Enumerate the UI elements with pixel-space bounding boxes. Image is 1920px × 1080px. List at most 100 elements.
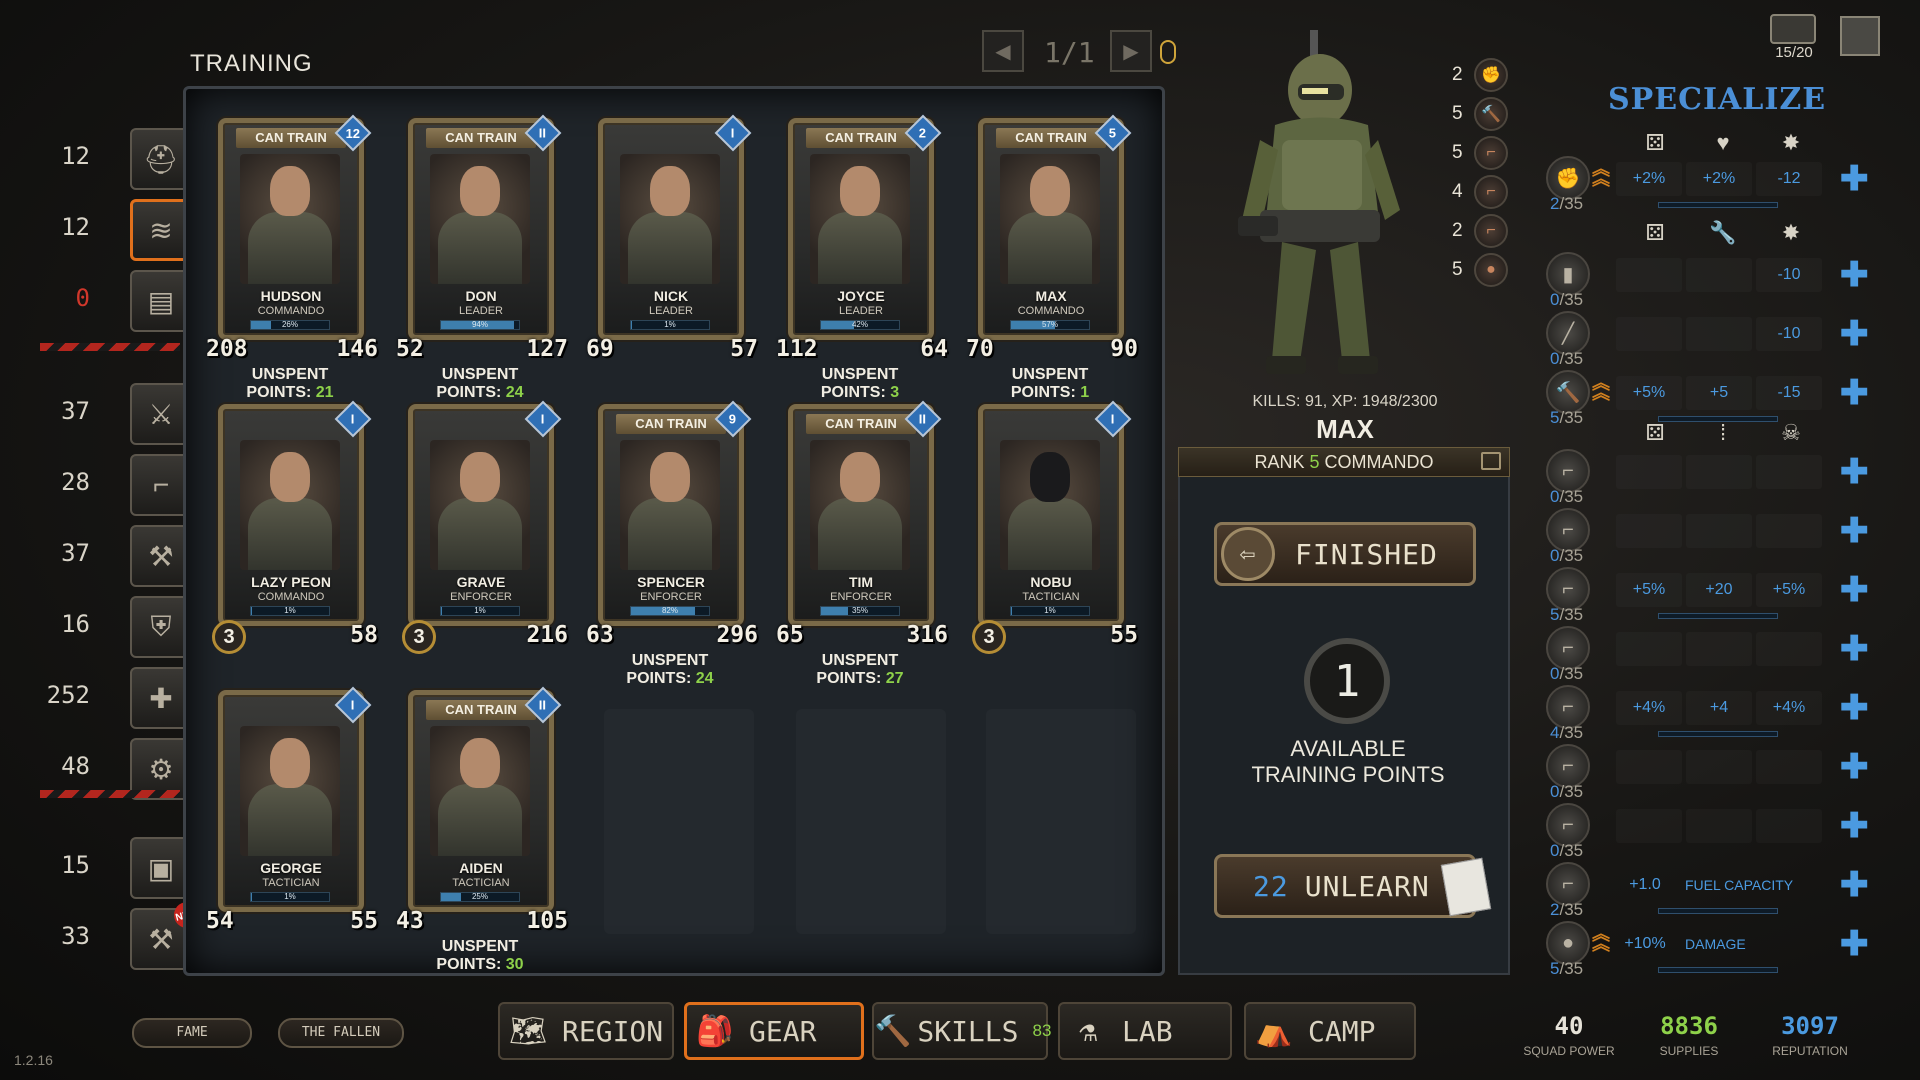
- specialize-bonus: [1756, 455, 1822, 489]
- specialize-bonus: +1.0: [1629, 876, 1661, 893]
- xp-bar: 1%: [440, 606, 520, 616]
- add-point-button[interactable]: ✚: [1840, 809, 1869, 843]
- specialize-count: 4/35: [1550, 723, 1583, 743]
- soldier-portrait: [1000, 154, 1100, 284]
- scrap-icon: ⚙: [148, 753, 174, 785]
- tab-gear[interactable]: 🎒 GEAR: [684, 1002, 864, 1060]
- soldier-portrait: [810, 440, 910, 570]
- machete-icon: ⚔: [148, 398, 174, 430]
- specialize-progress-bar: [1658, 202, 1778, 208]
- add-point-button[interactable]: ✚: [1840, 162, 1869, 196]
- specialize-progress-bar: [1658, 967, 1778, 973]
- soldier-card[interactable]: CAN TRAIN II TIM ENFORCER 35% 65 316 UNSPENT POI…: [776, 400, 948, 687]
- soldier-class: ENFORCER: [830, 591, 892, 603]
- add-point-button[interactable]: ✚: [1840, 868, 1869, 902]
- soldier-card[interactable]: CAN TRAIN 5 MAX COMMANDO 57% 70 90 UNSPENT POINT…: [966, 114, 1138, 401]
- prev-page-button[interactable]: ◀: [982, 30, 1024, 72]
- inventory-row: 37 ⚔: [30, 383, 192, 445]
- skill-stack-count: 4: [1452, 181, 1463, 202]
- specialize-bonus: [1756, 750, 1822, 784]
- specialize-row: ✊ 2/35 ︽ ︽ +2% +2% -12 ✚: [1540, 156, 1869, 214]
- page-indicator: 1/1: [1044, 36, 1095, 69]
- soldier-name: LAZY PEON: [251, 574, 331, 590]
- soldier-card[interactable]: CAN TRAIN II AIDEN TACTICIAN 25% 43 105 UNSPENT…: [396, 686, 568, 973]
- soldier-card[interactable]: CAN TRAIN 2 JOYCE LEADER 42% 112 64 UNSPENT POIN…: [776, 114, 948, 401]
- xp-bar: 35%: [820, 606, 900, 616]
- specialize-progress-bar: [1658, 731, 1778, 737]
- next-page-button[interactable]: ▶: [1110, 30, 1152, 72]
- points-label: POINTS:: [436, 384, 502, 401]
- rank-badge-text: 9: [729, 411, 737, 427]
- tab-region[interactable]: 🗺 REGION: [498, 1002, 674, 1060]
- notes-icon[interactable]: [1481, 452, 1501, 470]
- add-point-button[interactable]: ✚: [1840, 927, 1869, 961]
- specialize-row: ⌐ 5/35 +5% +20 +5% ✚: [1540, 567, 1869, 625]
- xp-percent: 26%: [281, 320, 298, 329]
- resource-stat: 3097 REPUTATION: [1750, 1012, 1870, 1058]
- rifle-icon: ⌐: [1474, 136, 1508, 170]
- stat-right: 216: [526, 622, 568, 648]
- specialize-count: 5/35: [1550, 605, 1583, 625]
- tab-skills[interactable]: 🔨 SKILLS 83: [872, 1002, 1051, 1060]
- skill-stack[interactable]: 4 ⌐: [1452, 175, 1512, 209]
- points-value: 24: [505, 384, 524, 401]
- skill-stack-count: 5: [1452, 103, 1463, 124]
- specialize-row: ⌐ 0/35 ✚: [1540, 449, 1869, 507]
- soldier-card[interactable]: CAN TRAIN 9 SPENCER ENFORCER 82% 63 296 UNSPENT…: [586, 400, 758, 687]
- computer-icon[interactable]: [1840, 16, 1880, 56]
- resource-value: 3097: [1781, 1012, 1839, 1040]
- add-point-button[interactable]: ✚: [1840, 691, 1869, 725]
- skill-stack[interactable]: 5 ⌐: [1452, 136, 1512, 170]
- soldier-card[interactable]: I LAZY PEON COMMANDO 1% 3 58: [210, 400, 378, 654]
- specialize-row: ⌐ 0/35 ✚: [1540, 626, 1869, 684]
- add-point-button[interactable]: ✚: [1840, 750, 1869, 784]
- add-point-button[interactable]: ✚: [1840, 514, 1869, 548]
- add-point-button[interactable]: ✚: [1840, 317, 1869, 351]
- add-point-button[interactable]: ✚: [1840, 455, 1869, 489]
- tab-label: GEAR: [749, 1014, 817, 1048]
- back-arrow-icon: ⇦: [1221, 527, 1275, 581]
- specialize-max: /35: [1559, 723, 1584, 742]
- skill-stack[interactable]: 5 🔨: [1452, 97, 1512, 131]
- add-point-button[interactable]: ✚: [1840, 573, 1869, 607]
- soldier-name: NOBU: [1030, 574, 1072, 590]
- points-value: 1: [1080, 384, 1090, 401]
- tab-badge: 83: [1032, 1021, 1052, 1040]
- soldier-class: LEADER: [838, 305, 884, 317]
- add-point-button[interactable]: ✚: [1840, 632, 1869, 666]
- soldier-portrait: [810, 154, 910, 284]
- xp-percent: 1%: [1044, 606, 1056, 615]
- unlearn-button[interactable]: 22 UNLEARN: [1214, 854, 1492, 918]
- the-fallen-button[interactable]: THE FALLEN: [278, 1018, 404, 1048]
- tab-lab[interactable]: ⚗ LAB: [1058, 1002, 1232, 1060]
- xp-percent: 35%: [851, 606, 868, 615]
- skill-stack[interactable]: 2 ⌐: [1452, 214, 1512, 248]
- soldier-card[interactable]: CAN TRAIN II DON LEADER 94% 52 127 UNSPENT POINT…: [396, 114, 568, 401]
- soldier-card[interactable]: I GEORGE TACTICIAN 1% 54 55: [206, 686, 378, 940]
- wrench-icon: 🔧: [1709, 220, 1737, 245]
- smg-icon: ⌐: [1474, 214, 1508, 248]
- add-point-button[interactable]: ✚: [1840, 376, 1869, 410]
- finished-button[interactable]: ⇦ FINISHED: [1214, 522, 1476, 586]
- xp-label: XP:: [1331, 393, 1358, 410]
- soldier-card[interactable]: I GRAVE ENFORCER 1% 3 216: [400, 400, 568, 654]
- available-points-label: AVAILABLE TRAINING POINTS: [1190, 736, 1506, 788]
- skill-stack[interactable]: 2 ✊: [1452, 58, 1512, 92]
- fame-button[interactable]: FAME: [132, 1018, 252, 1048]
- unspent-points: UNSPENT POINTS: 24: [590, 652, 750, 688]
- soldier-card[interactable]: I NICK LEADER 1% 69 57: [586, 114, 758, 368]
- stat-right: 90: [1110, 336, 1138, 362]
- vehicle-icon[interactable]: [1770, 14, 1816, 44]
- points-label: POINTS:: [626, 670, 692, 687]
- specialize-bonus: -10: [1756, 317, 1822, 351]
- skill-stack[interactable]: 5 ●: [1452, 253, 1512, 287]
- specialize-max: /35: [1559, 959, 1584, 978]
- add-point-button[interactable]: ✚: [1840, 258, 1869, 292]
- xp-bar: 57%: [1010, 320, 1090, 330]
- specialize-count: 0/35: [1550, 546, 1583, 566]
- specialize-header-row: ⚄ 🔧 ✸: [1640, 220, 1840, 246]
- soldier-card[interactable]: CAN TRAIN 12 HUDSON COMMANDO 26% 208 146 UNSPEN…: [206, 114, 378, 401]
- xp-percent: 1%: [474, 606, 486, 615]
- tab-camp[interactable]: ⛺ CAMP: [1244, 1002, 1416, 1060]
- soldier-card[interactable]: I NOBU TACTICIAN 1% 3 55: [970, 400, 1138, 654]
